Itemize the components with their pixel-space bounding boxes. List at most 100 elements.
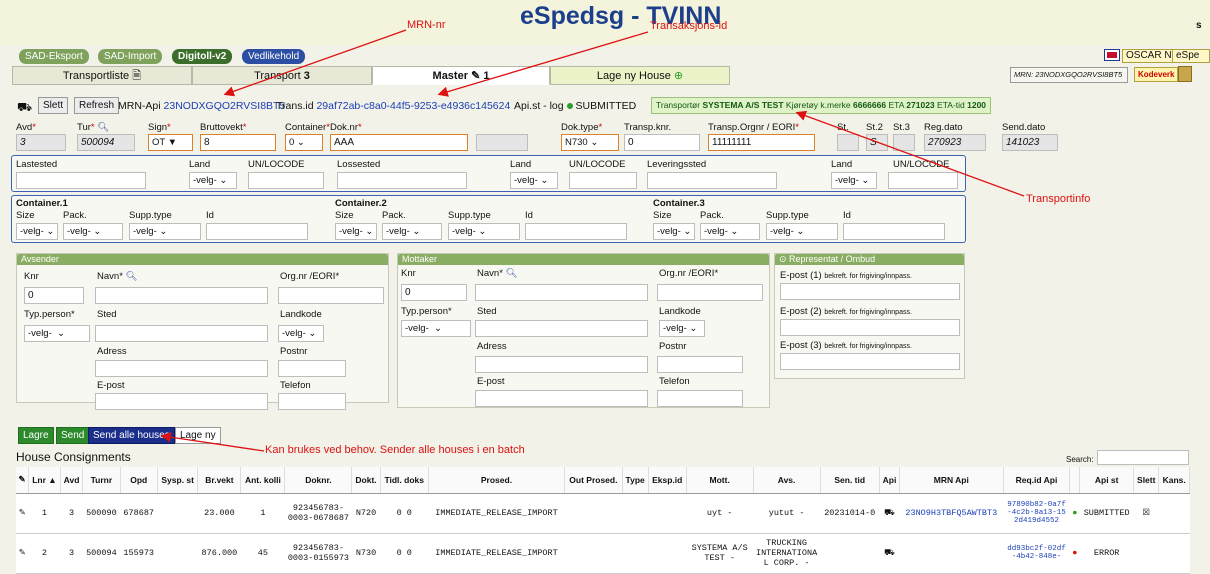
avs-navn-field[interactable]: [95, 287, 268, 304]
mot-navn-field[interactable]: [475, 284, 648, 301]
unlocode-field[interactable]: [248, 172, 324, 189]
container3-select[interactable]: -velg- ⌄: [700, 223, 760, 240]
avs-postnr-field[interactable]: [278, 360, 346, 377]
container1-select[interactable]: -velg- ⌄: [129, 223, 201, 240]
rep-epost1-field[interactable]: [780, 283, 960, 300]
delete-icon[interactable]: ☒: [1133, 493, 1159, 534]
container2-id-field[interactable]: [525, 223, 627, 240]
sign-select[interactable]: OT ▼: [148, 134, 193, 151]
table-row[interactable]: ✎ 2 3 500094 155973 876.000 45 923456783-0003-0…: [16, 533, 1190, 574]
col-header[interactable]: Br.vekt: [197, 467, 242, 494]
lossested-field[interactable]: [337, 172, 467, 189]
land2-select[interactable]: -velg- ⌄: [510, 172, 558, 189]
req-link[interactable]: dd93bc2f-02df-4b42-848e-: [1003, 533, 1070, 574]
send-button[interactable]: Send: [56, 427, 90, 444]
nav-vedlikehold[interactable]: Vedlikehold: [242, 49, 306, 64]
mot-adress-field[interactable]: [475, 356, 648, 373]
avs-adress-field[interactable]: [95, 360, 268, 377]
mot-sted-field[interactable]: [475, 320, 648, 337]
col-header[interactable]: Doknr.: [284, 467, 353, 494]
avs-sted-field[interactable]: [95, 325, 268, 342]
land-select[interactable]: -velg- ⌄: [189, 172, 237, 189]
col-header[interactable]: Req.id Api: [1003, 467, 1071, 494]
lage-ny-button[interactable]: Lage ny: [175, 427, 221, 444]
rep-epost3-field[interactable]: [780, 353, 960, 370]
rep-epost2-field[interactable]: [780, 319, 960, 336]
req-link[interactable]: 97890b82-0a7f-4c2b-8a13-152d419d4552: [1003, 493, 1070, 534]
col-header[interactable]: MRN Api: [899, 467, 1004, 494]
container3-select[interactable]: -velg- ⌄: [766, 223, 838, 240]
search-input[interactable]: [1097, 450, 1189, 465]
container-select[interactable]: 0 ⌄: [285, 134, 323, 151]
slett-button[interactable]: Slett: [38, 97, 69, 114]
transpknr-field[interactable]: 0: [624, 134, 700, 151]
leveringssted-field[interactable]: [647, 172, 777, 189]
col-header[interactable]: Avs.: [753, 467, 821, 494]
avs-epost-field[interactable]: [95, 393, 268, 410]
kodeverk-button[interactable]: Kodeverk: [1134, 67, 1179, 82]
col-header[interactable]: Kans.: [1158, 467, 1190, 494]
mot-orgnr-field[interactable]: [657, 284, 763, 301]
mot-knr-field[interactable]: 0: [401, 284, 467, 301]
pencil-icon[interactable]: ✎: [16, 493, 29, 534]
mrn-link[interactable]: 23NO9H3TBFQ5AWTBT3: [899, 493, 1003, 534]
unlocode3-field[interactable]: [888, 172, 958, 189]
col-header[interactable]: Api: [879, 467, 901, 494]
col-header[interactable]: Avd: [60, 467, 84, 494]
table-row[interactable]: ✎ 1 3 500090 678687 23.000 1 923456783-0003-067…: [16, 493, 1190, 534]
col-header[interactable]: Turnr: [82, 467, 121, 494]
col-header[interactable]: Sysp. st: [157, 467, 199, 494]
mrn-api-value[interactable]: 23NODXGQO2RVSI8BT5: [164, 100, 286, 112]
col-header[interactable]: Eksp.id: [648, 467, 687, 494]
col-header[interactable]: Ant. kolli: [240, 467, 286, 494]
mot-epost-field[interactable]: [475, 390, 648, 407]
trans-id-value[interactable]: 29af72ab-c8a0-44f5-9253-e4936c145624: [316, 100, 510, 112]
col-header[interactable]: [1069, 467, 1081, 494]
avs-landkode-select[interactable]: -velg- ⌄: [278, 325, 324, 342]
col-header[interactable]: Lnr ▲: [28, 467, 61, 494]
delete-icon[interactable]: [1133, 533, 1159, 574]
container2-select[interactable]: -velg- ⌄: [448, 223, 520, 240]
container1-select[interactable]: -velg- ⌄: [63, 223, 123, 240]
mot-postnr-field[interactable]: [657, 356, 743, 373]
col-header[interactable]: Slett: [1133, 467, 1160, 494]
container2-select[interactable]: -velg- ⌄: [382, 223, 442, 240]
col-header[interactable]: Dokt.: [351, 467, 381, 494]
truck-icon[interactable]: ⛟: [879, 533, 900, 574]
truck-icon[interactable]: ⛟: [879, 493, 900, 534]
send-alle-houses-button[interactable]: Send alle houses: [88, 427, 175, 444]
lagre-button[interactable]: Lagre: [18, 427, 54, 444]
lastested-field[interactable]: [16, 172, 146, 189]
tab-transport[interactable]: Transport 3: [192, 66, 372, 85]
pencil-icon[interactable]: ✎: [16, 533, 29, 574]
tab-master[interactable]: Master ✎ 1: [372, 66, 550, 85]
brutto-field[interactable]: 8: [200, 134, 276, 151]
unlocode2-field[interactable]: [569, 172, 637, 189]
mrn-link[interactable]: [899, 533, 1003, 574]
orgnr-field[interactable]: 11111111: [708, 134, 815, 151]
container2-select[interactable]: -velg- ⌄: [335, 223, 377, 240]
api-log-label[interactable]: Api.st - log: [514, 100, 564, 112]
nav-sad-eksport[interactable]: SAD-Eksport: [19, 49, 89, 64]
col-header[interactable]: Tidl. doks: [380, 467, 429, 494]
dok-field[interactable]: AAA: [330, 134, 468, 151]
container3-select[interactable]: -velg- ⌄: [653, 223, 695, 240]
land3-select[interactable]: -velg- ⌄: [831, 172, 877, 189]
mot-typ-select[interactable]: -velg- ⌄: [401, 320, 471, 337]
user-more-button[interactable]: eSpe: [1172, 49, 1210, 63]
col-header[interactable]: Prosed.: [428, 467, 566, 494]
container1-select[interactable]: -velg- ⌄: [16, 223, 58, 240]
nav-sad-import[interactable]: SAD-Import: [98, 49, 163, 64]
refresh-button[interactable]: Refresh: [74, 97, 120, 114]
book-icon[interactable]: [1178, 66, 1192, 82]
doktype-select[interactable]: N730 ⌄: [561, 134, 619, 151]
nav-digitoll[interactable]: Digitoll-v2: [172, 49, 233, 64]
mot-telefon-field[interactable]: [657, 390, 743, 407]
col-header[interactable]: Out Prosed.: [564, 467, 623, 494]
container3-id-field[interactable]: [843, 223, 945, 240]
col-header[interactable]: Opd: [120, 467, 158, 494]
tab-lage-ny-house[interactable]: Lage ny House ⊕: [550, 66, 730, 85]
col-header[interactable]: Type: [622, 467, 649, 494]
avs-orgnr-field[interactable]: [278, 287, 384, 304]
avs-knr-field[interactable]: 0: [24, 287, 84, 304]
